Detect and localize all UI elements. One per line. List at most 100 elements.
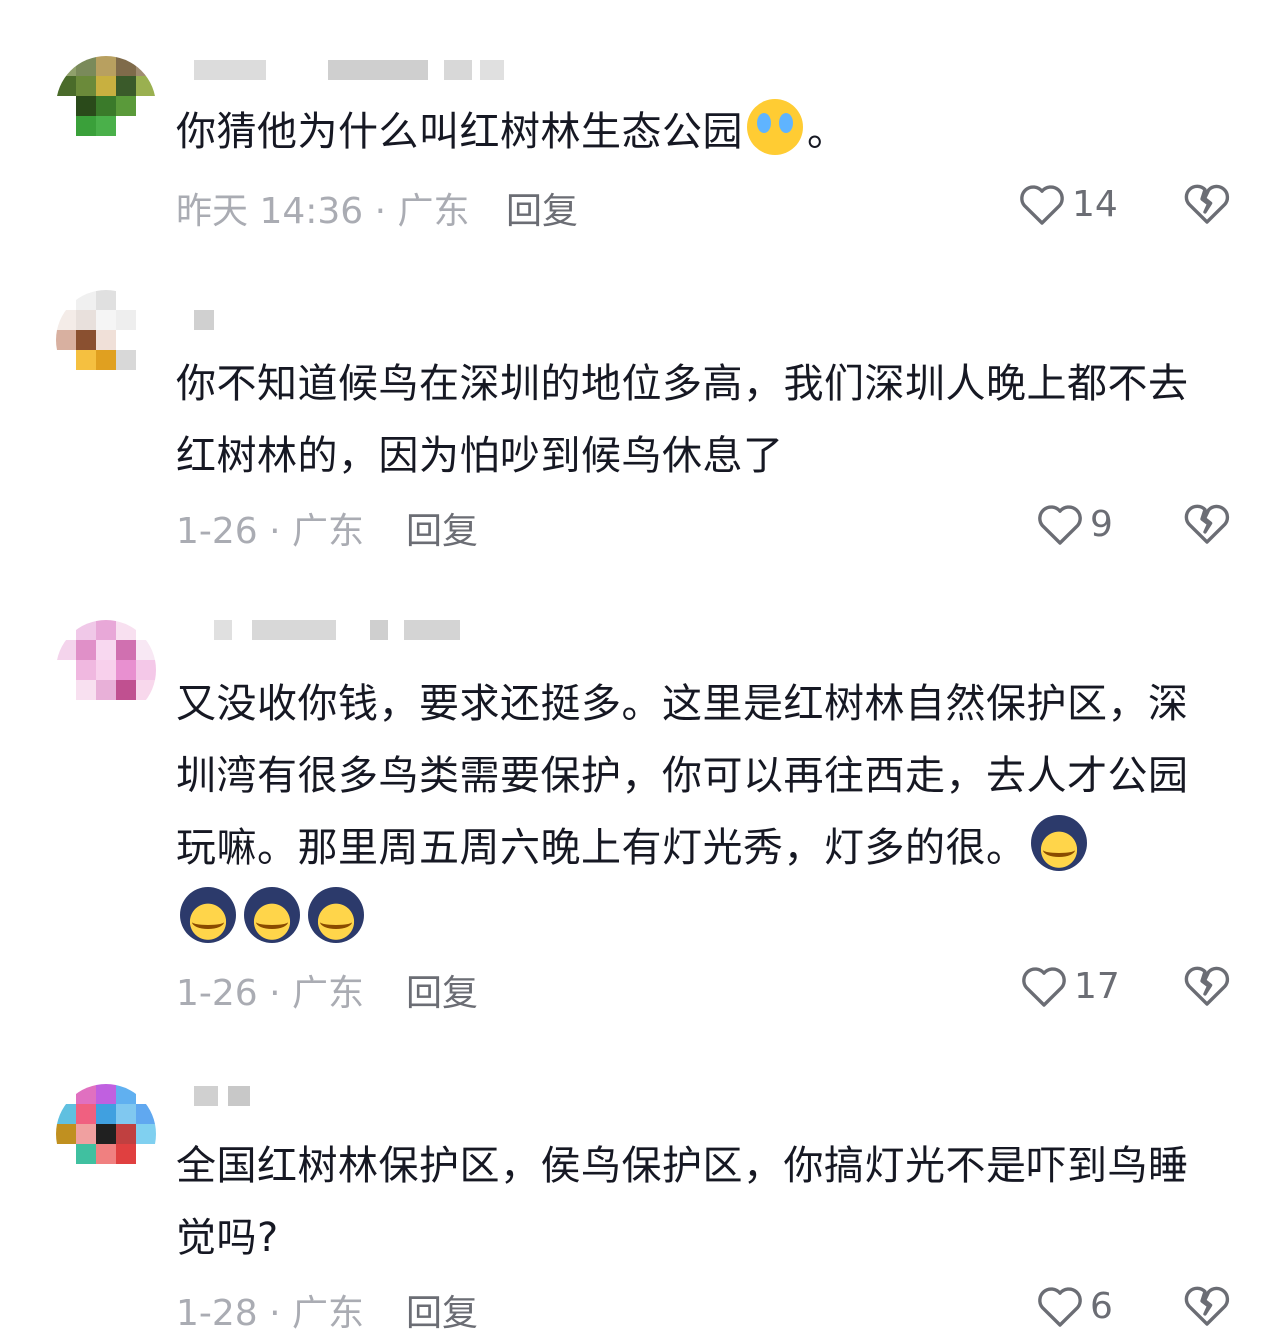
- police-emoji-icon: [308, 887, 364, 943]
- comment-text-content: 全国红树林保护区，侯鸟保护区，你搞灯光不是吓到鸟睡觉吗?: [176, 1143, 1189, 1261]
- avatar-pixel: [56, 116, 76, 136]
- comment-text: 你不知道候鸟在深圳的地位多高，我们深圳人晚上都不去红树林的，因为怕吵到候鸟休息了: [176, 348, 1216, 492]
- avatar-pixel: [116, 310, 136, 330]
- timestamp-location: 1-26 · 广东: [176, 511, 365, 552]
- heart-outline-icon: [1038, 505, 1082, 545]
- like-button[interactable]: 14: [1018, 180, 1118, 228]
- avatar-pixel: [116, 1084, 136, 1104]
- like-count: 6: [1090, 1285, 1113, 1327]
- avatar[interactable]: [56, 620, 156, 720]
- avatar-pixel: [76, 620, 96, 640]
- avatar-pixel: [96, 330, 116, 350]
- heart-outline-icon: [1020, 185, 1064, 225]
- avatar-pixel: [116, 330, 136, 350]
- avatar-pixel: [96, 56, 116, 76]
- heart-outline-icon: [1038, 1287, 1082, 1327]
- avatar-pixel: [56, 290, 76, 310]
- reply-button[interactable]: 回复: [406, 1284, 478, 1336]
- avatar-pixel: [116, 136, 136, 156]
- avatar-pixel: [116, 350, 136, 370]
- avatar[interactable]: [56, 1084, 156, 1184]
- avatar-pixel: [136, 370, 156, 390]
- avatar-pixel: [56, 76, 76, 96]
- avatar[interactable]: [56, 290, 156, 390]
- avatar-pixel: [76, 116, 96, 136]
- avatar-pixel: [76, 1104, 96, 1124]
- avatar-pixel: [116, 370, 136, 390]
- avatar-pixel: [76, 1084, 96, 1104]
- timestamp-location: 1-28 · 广东: [176, 1293, 365, 1334]
- avatar-pixel: [136, 1144, 156, 1164]
- username-blurred[interactable]: [194, 310, 514, 334]
- avatar-pixel: [116, 76, 136, 96]
- avatar-pixel: [116, 96, 136, 116]
- avatar[interactable]: [56, 56, 156, 156]
- avatar-pixel: [116, 1164, 136, 1184]
- avatar-pixel: [116, 700, 136, 720]
- avatar-pixel: [56, 310, 76, 330]
- avatar-pixel: [136, 56, 156, 76]
- broken-heart-icon[interactable]: [1183, 180, 1231, 228]
- crying-emoji-icon: [747, 99, 803, 155]
- avatar-pixel: [76, 680, 96, 700]
- avatar-pixel: [96, 116, 116, 136]
- comment-text: 你猜他为什么叫红树林生态公园 。: [176, 96, 1216, 168]
- avatar-pixel: [76, 76, 96, 96]
- avatar-pixel: [136, 310, 156, 330]
- avatar-pixel: [56, 640, 76, 660]
- avatar-pixel: [56, 620, 76, 640]
- avatar-pixel: [136, 1164, 156, 1184]
- avatar-pixel: [116, 1104, 136, 1124]
- username-blurred[interactable]: [194, 620, 514, 644]
- avatar-pixel: [56, 370, 76, 390]
- broken-heart-icon[interactable]: [1183, 1282, 1231, 1330]
- avatar-pixel: [136, 1124, 156, 1144]
- avatar-pixel: [136, 116, 156, 136]
- avatar-pixel: [136, 136, 156, 156]
- avatar-pixel: [96, 1104, 116, 1124]
- avatar-pixel: [76, 370, 96, 390]
- avatar-pixel: [96, 660, 116, 680]
- avatar-pixel: [96, 370, 116, 390]
- reply-button[interactable]: 回复: [506, 182, 578, 234]
- avatar-pixel: [116, 660, 136, 680]
- avatar-pixel: [96, 680, 116, 700]
- broken-heart-icon[interactable]: [1183, 962, 1231, 1010]
- avatar-pixel: [76, 1144, 96, 1164]
- avatar-pixel: [96, 1124, 116, 1144]
- avatar-pixel: [76, 660, 96, 680]
- avatar-pixel: [76, 290, 96, 310]
- reply-button[interactable]: 回复: [406, 502, 478, 554]
- comment-text: 全国红树林保护区，侯鸟保护区，你搞灯光不是吓到鸟睡觉吗?: [176, 1130, 1216, 1274]
- police-emoji-icon: [1030, 815, 1087, 871]
- like-button[interactable]: 9: [1036, 500, 1113, 548]
- reply-button[interactable]: 回复: [406, 964, 478, 1016]
- like-count: 17: [1074, 965, 1120, 1007]
- avatar-pixel: [96, 96, 116, 116]
- avatar-pixel: [136, 76, 156, 96]
- comment-text: 又没收你钱，要求还挺多。这里是红树林自然保护区，深圳湾有很多鸟类需要保护，你可以…: [176, 668, 1216, 956]
- avatar-pixel: [76, 136, 96, 156]
- username-blurred[interactable]: [194, 1086, 514, 1110]
- username-blurred[interactable]: [194, 60, 514, 84]
- broken-heart-icon[interactable]: [1183, 500, 1231, 548]
- like-button[interactable]: 17: [1020, 962, 1120, 1010]
- like-count: 9: [1090, 503, 1113, 545]
- avatar-pixel: [116, 640, 136, 660]
- avatar-pixel: [96, 620, 116, 640]
- avatar-pixel: [56, 680, 76, 700]
- avatar-pixel: [116, 1144, 136, 1164]
- avatar-pixel: [136, 350, 156, 370]
- avatar-pixel: [76, 1124, 96, 1144]
- like-button[interactable]: 6: [1036, 1282, 1113, 1330]
- avatar-pixel: [116, 1124, 136, 1144]
- avatar-pixel: [56, 1144, 76, 1164]
- avatar-pixel: [136, 620, 156, 640]
- avatar-pixel: [116, 290, 136, 310]
- avatar-pixel: [76, 330, 96, 350]
- avatar-pixel: [96, 290, 116, 310]
- avatar-pixel: [76, 700, 96, 720]
- avatar-pixel: [76, 1164, 96, 1184]
- avatar-pixel: [56, 330, 76, 350]
- avatar-pixel: [96, 350, 116, 370]
